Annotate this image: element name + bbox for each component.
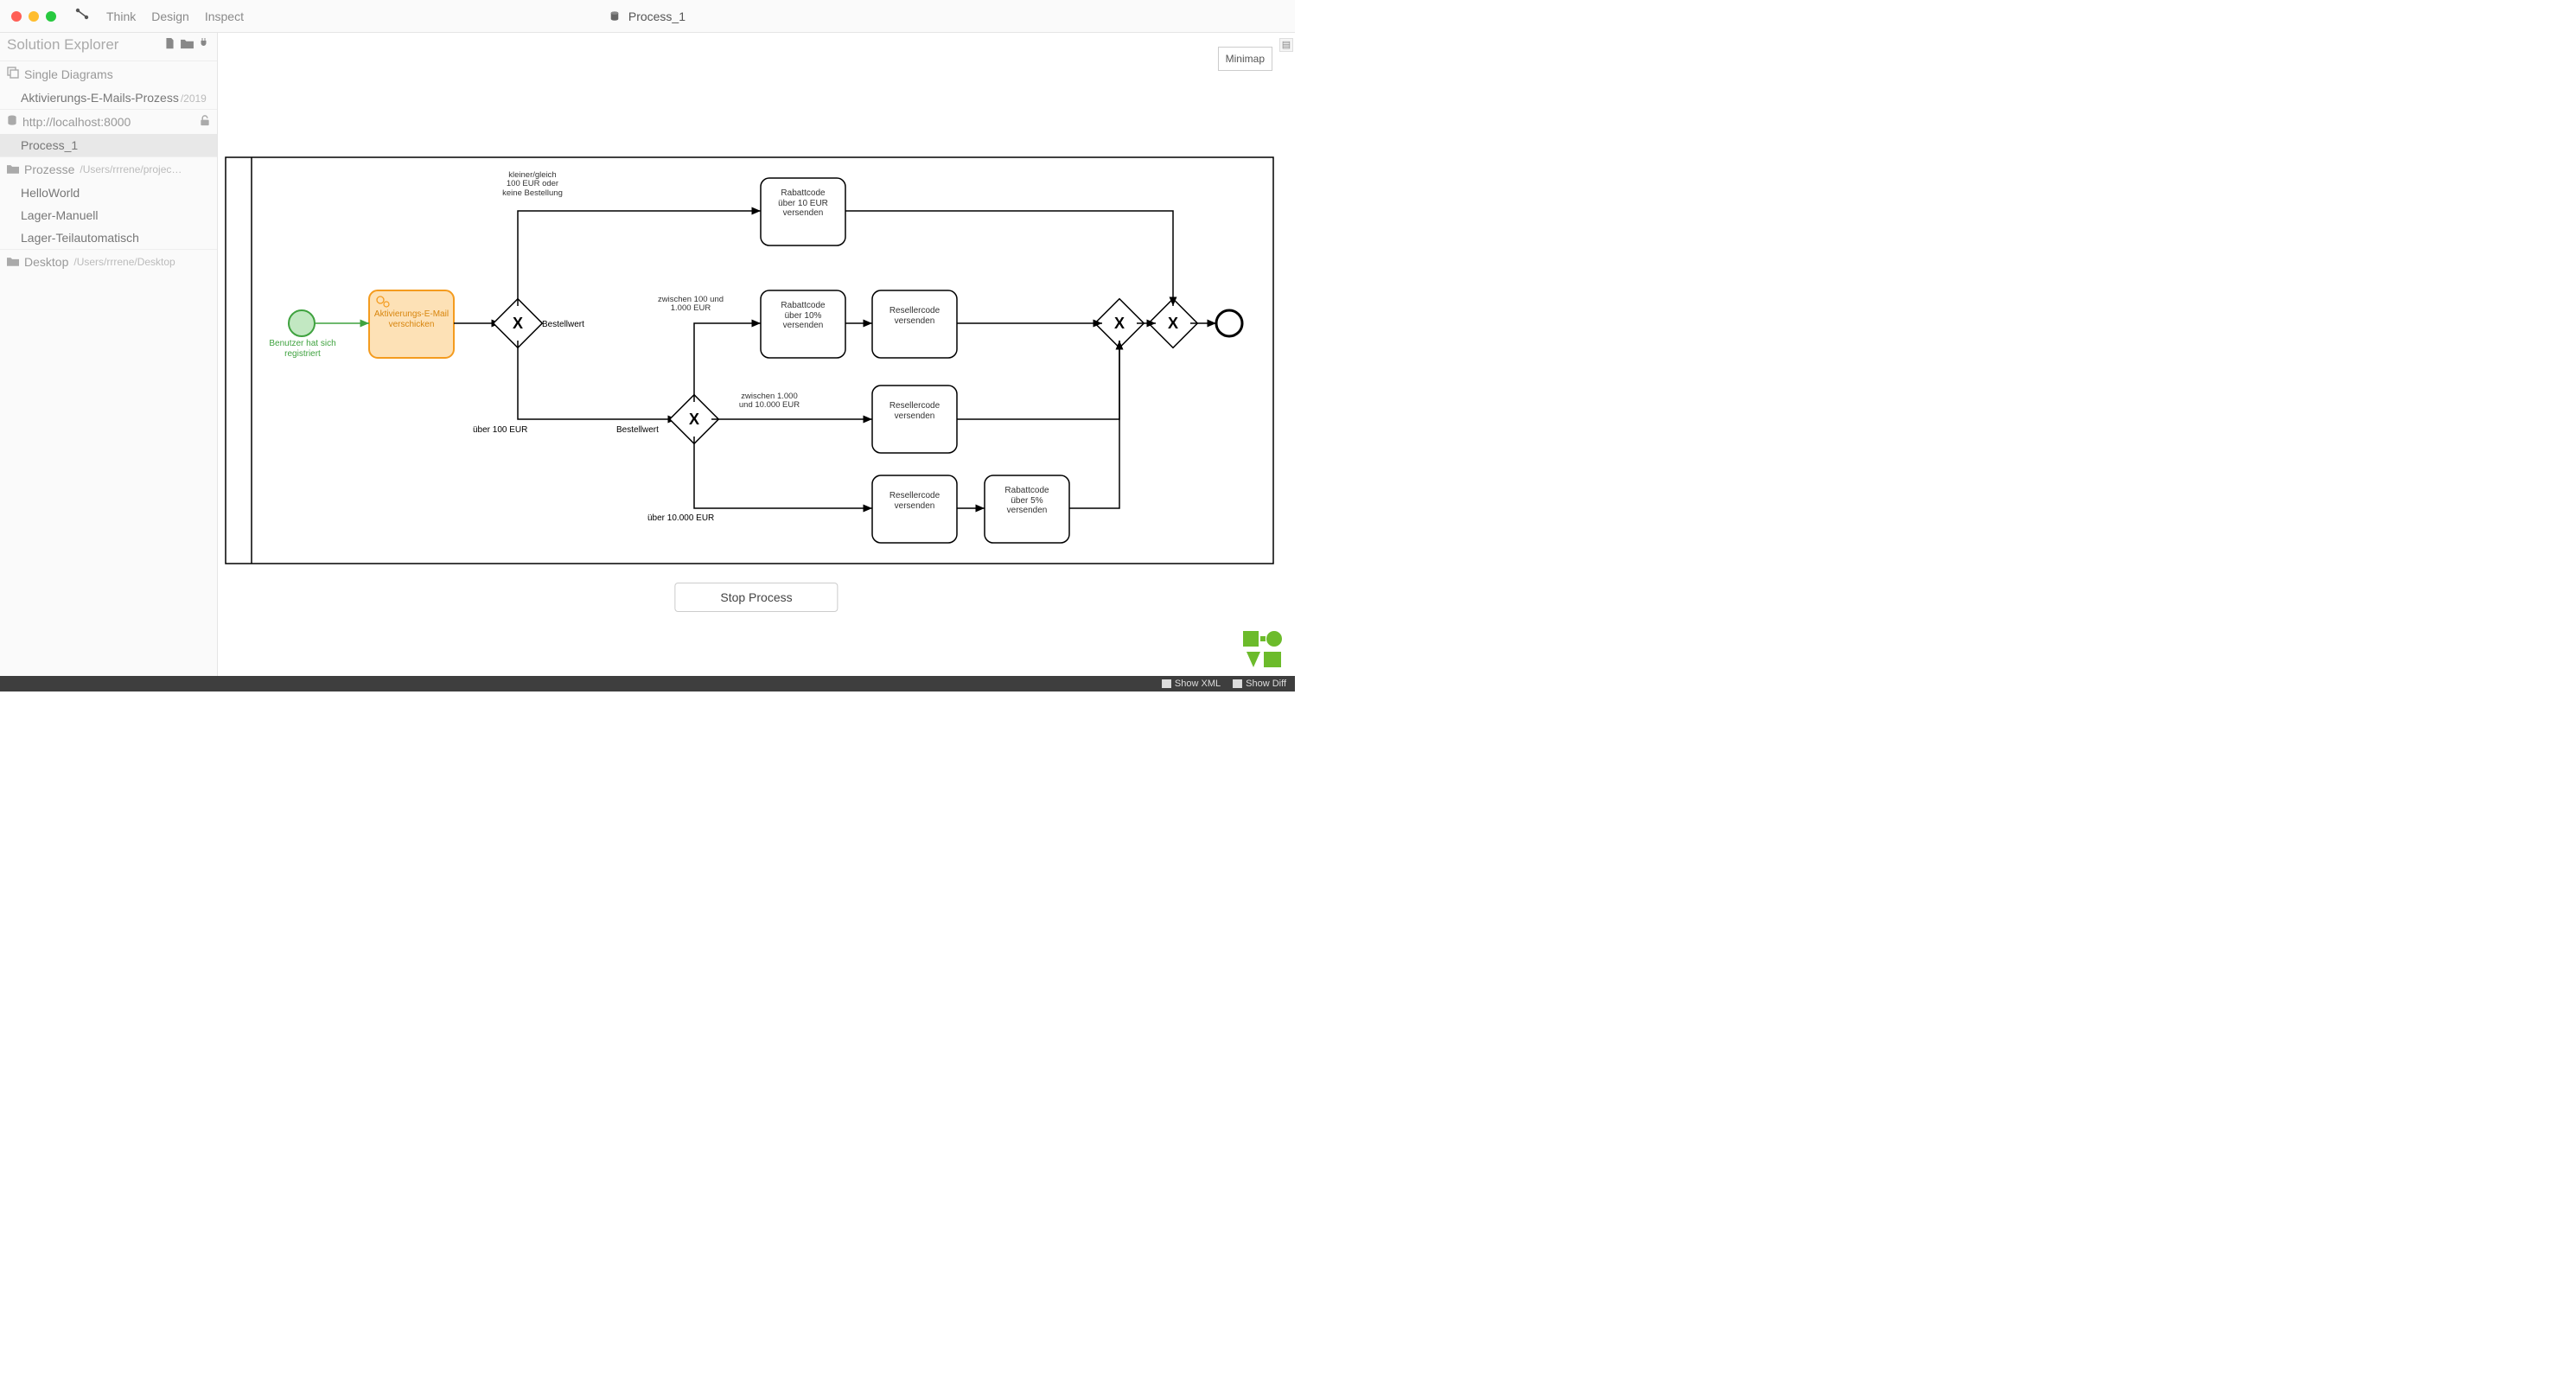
database-icon	[7, 115, 17, 129]
flow[interactable]	[1069, 341, 1119, 508]
section-label: Single Diagrams	[24, 67, 113, 81]
stack-icon	[7, 67, 19, 81]
sidebar-item-label: Lager-Teilautomatisch	[21, 231, 139, 245]
task-label: Rabattcode über 5% versenden	[988, 486, 1066, 516]
minimize-window-button[interactable]	[29, 11, 39, 22]
close-window-button[interactable]	[11, 11, 22, 22]
stop-process-button[interactable]: Stop Process	[674, 583, 838, 612]
titlebar: Think Design Inspect Process_1	[0, 0, 1295, 33]
bpmn-canvas[interactable]: Benutzer hat sich registriert Aktivierun…	[221, 154, 1278, 569]
show-xml-button[interactable]: Show XML	[1162, 679, 1221, 689]
gateway-label: Bestellwert	[616, 425, 659, 435]
gateway-bestellwert-2[interactable]: X	[670, 395, 719, 444]
plug-icon[interactable]	[199, 38, 208, 53]
folder-icon	[7, 255, 19, 269]
task-label: Rabattcode über 10 EUR versenden	[764, 188, 842, 219]
sidebar-section-prozesse[interactable]: Prozesse /Users/rrrene/projects/pe…	[0, 156, 217, 182]
menu-design[interactable]: Design	[151, 10, 189, 23]
sidebar-item-label: HelloWorld	[21, 186, 80, 200]
svg-text:X: X	[1168, 315, 1178, 332]
task-label: Aktivierungs-E-Mail verschicken	[373, 309, 450, 329]
zoom-window-button[interactable]	[46, 11, 56, 22]
gateway-bestellwert-1[interactable]: X	[494, 299, 543, 348]
svg-text:X: X	[689, 411, 699, 428]
start-event[interactable]	[289, 310, 315, 336]
menu-bar: Think Design Inspect	[106, 10, 244, 23]
open-folder-icon[interactable]	[181, 38, 194, 53]
section-label: Prozesse	[24, 163, 74, 176]
new-file-icon[interactable]	[164, 38, 175, 53]
editor-canvas-area[interactable]: ▤ Minimap Benutzer hat sich registriert …	[218, 33, 1295, 676]
sidebar-header: Solution Explorer	[0, 33, 217, 61]
database-icon	[609, 10, 623, 23]
unlock-icon[interactable]	[200, 115, 210, 129]
section-meta: /Users/rrrene/Desktop	[73, 256, 175, 268]
section-label: Desktop	[24, 255, 68, 269]
sidebar-section-desktop[interactable]: Desktop /Users/rrrene/Desktop	[0, 249, 217, 274]
flow[interactable]	[518, 211, 761, 306]
condition-label: über 100 EUR	[473, 425, 527, 435]
show-diff-button[interactable]: Show Diff	[1233, 679, 1286, 689]
flow[interactable]	[694, 437, 872, 508]
condition-label: kleiner/gleich 100 EUR oder keine Bestel…	[494, 171, 571, 198]
task-label: Resellercode versenden	[876, 306, 953, 326]
brand-logo	[1243, 631, 1285, 669]
sidebar-item-label: Process_1	[21, 138, 78, 152]
sidebar-section-localhost[interactable]: http://localhost:8000	[0, 109, 217, 134]
task-label: Rabattcode über 10% versenden	[764, 301, 842, 331]
gateway-merge-1[interactable]: X	[1095, 299, 1145, 348]
condition-label: über 10.000 EUR	[647, 513, 714, 523]
sidebar-item-lager-teilautomatisch[interactable]: Lager-Teilautomatisch	[0, 226, 217, 249]
folder-icon	[7, 163, 19, 176]
task-label: Resellercode versenden	[876, 491, 953, 511]
sidebar-item-aktivierungs[interactable]: Aktivierungs-E-Mails-Prozess/2019	[0, 86, 217, 109]
sidebar-item-label: Aktivierungs-E-Mails-Prozess	[21, 91, 179, 105]
sidebar-item-lager-manuell[interactable]: Lager-Manuell	[0, 204, 217, 226]
minimap-toggle[interactable]: Minimap	[1218, 47, 1272, 71]
menu-inspect[interactable]: Inspect	[205, 10, 244, 23]
app-icon	[73, 8, 91, 24]
condition-label: zwischen 100 und 1.000 EUR	[647, 296, 734, 314]
flow[interactable]	[957, 341, 1119, 419]
sidebar-item-process-1[interactable]: Process_1	[0, 134, 217, 156]
task-label: Resellercode versenden	[876, 401, 953, 421]
sidebar-item-helloworld[interactable]: HelloWorld	[0, 182, 217, 204]
start-event-label: Benutzer hat sich registriert	[264, 339, 341, 359]
flow[interactable]	[518, 341, 677, 419]
svg-text:X: X	[513, 315, 523, 332]
end-event[interactable]	[1216, 310, 1242, 336]
xml-icon	[1162, 679, 1171, 688]
window-controls	[0, 11, 56, 22]
sidebar-item-meta: /2019	[181, 92, 207, 105]
diff-icon	[1233, 679, 1242, 688]
flow[interactable]	[694, 323, 761, 402]
gateway-label: Bestellwert	[542, 320, 584, 329]
status-bar: Show XML Show Diff	[0, 676, 1295, 692]
gateway-merge-2[interactable]: X	[1149, 299, 1198, 348]
sidebar: Solution Explorer Single Diagrams Aktivi…	[0, 33, 218, 676]
sidebar-title: Solution Explorer	[7, 36, 118, 54]
svg-text:X: X	[1114, 315, 1125, 332]
sidebar-section-single-diagrams[interactable]: Single Diagrams	[0, 61, 217, 86]
collapse-panel-icon[interactable]: ▤	[1279, 38, 1293, 52]
section-meta: /Users/rrrene/projects/pe…	[80, 163, 183, 175]
condition-label: zwischen 1.000 und 10.000 EUR	[722, 392, 817, 411]
menu-think[interactable]: Think	[106, 10, 136, 23]
section-label: http://localhost:8000	[22, 115, 131, 129]
sidebar-item-label: Lager-Manuell	[21, 208, 99, 222]
